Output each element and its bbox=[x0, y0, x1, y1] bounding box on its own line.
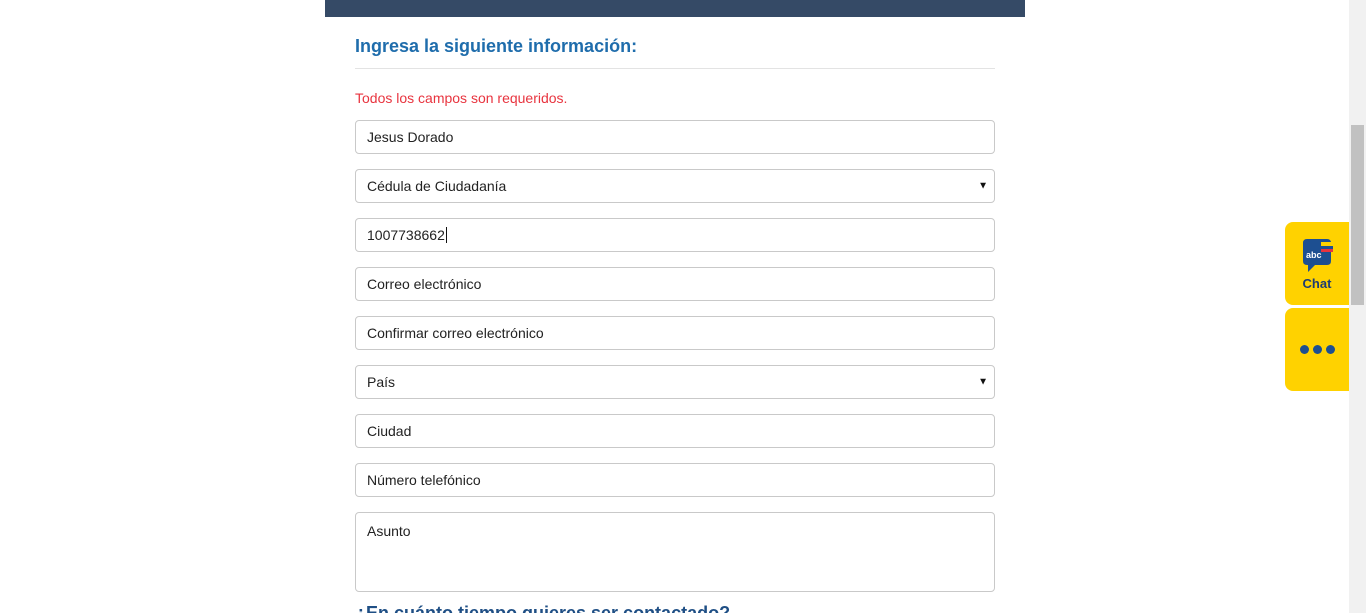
country-value: País bbox=[367, 374, 396, 390]
contact-time-heading: ¿En cuánto tiempo quieres ser contactado… bbox=[355, 603, 731, 613]
country-select[interactable]: País ▼ bbox=[355, 365, 995, 399]
city-placeholder: Ciudad bbox=[367, 423, 412, 439]
ellipsis-icon bbox=[1325, 345, 1335, 354]
subject-textarea[interactable]: Asunto bbox=[355, 512, 995, 592]
header-bar bbox=[325, 0, 1025, 17]
email-field[interactable]: Correo electrónico bbox=[355, 267, 995, 301]
phone-input[interactable]: Número telefónico bbox=[355, 463, 995, 497]
document-number-input[interactable]: 1007738662 bbox=[355, 218, 995, 252]
email-confirm-field[interactable]: Confirmar correo electrónico bbox=[355, 316, 995, 350]
text-cursor bbox=[445, 227, 447, 243]
chat-bubble-icon: abc bbox=[1303, 238, 1333, 272]
required-note: Todos los campos son requeridos. bbox=[355, 90, 568, 106]
chat-label: Chat bbox=[1302, 275, 1332, 291]
ellipsis-icon bbox=[1299, 345, 1309, 354]
email-confirm-placeholder: Confirmar correo electrónico bbox=[367, 325, 544, 341]
name-input-value: Jesus Dorado bbox=[367, 129, 454, 145]
phone-placeholder: Número telefónico bbox=[367, 472, 481, 488]
scrollbar-thumb[interactable] bbox=[1351, 125, 1364, 305]
city-input[interactable]: Ciudad bbox=[355, 414, 995, 448]
dropdown-arrow-icon: ▼ bbox=[978, 376, 988, 388]
ellipsis-icon bbox=[1312, 345, 1322, 354]
document-type-value: Cédula de Ciudadanía bbox=[367, 178, 507, 194]
dropdown-arrow-icon: ▼ bbox=[978, 180, 988, 192]
page-scrollbar[interactable] bbox=[1349, 0, 1366, 613]
form-title: Ingresa la siguiente información: bbox=[355, 36, 638, 56]
divider bbox=[355, 68, 995, 69]
more-options-button[interactable] bbox=[1285, 308, 1349, 391]
chat-icon-text: abc bbox=[1306, 250, 1322, 260]
chat-button[interactable]: abc Chat bbox=[1285, 222, 1349, 305]
document-number-value: 1007738662 bbox=[367, 227, 445, 243]
document-type-select[interactable]: Cédula de Ciudadanía ▼ bbox=[355, 169, 995, 203]
name-input[interactable]: Jesus Dorado bbox=[355, 120, 995, 154]
email-placeholder: Correo electrónico bbox=[367, 276, 482, 292]
subject-placeholder: Asunto bbox=[367, 523, 411, 539]
